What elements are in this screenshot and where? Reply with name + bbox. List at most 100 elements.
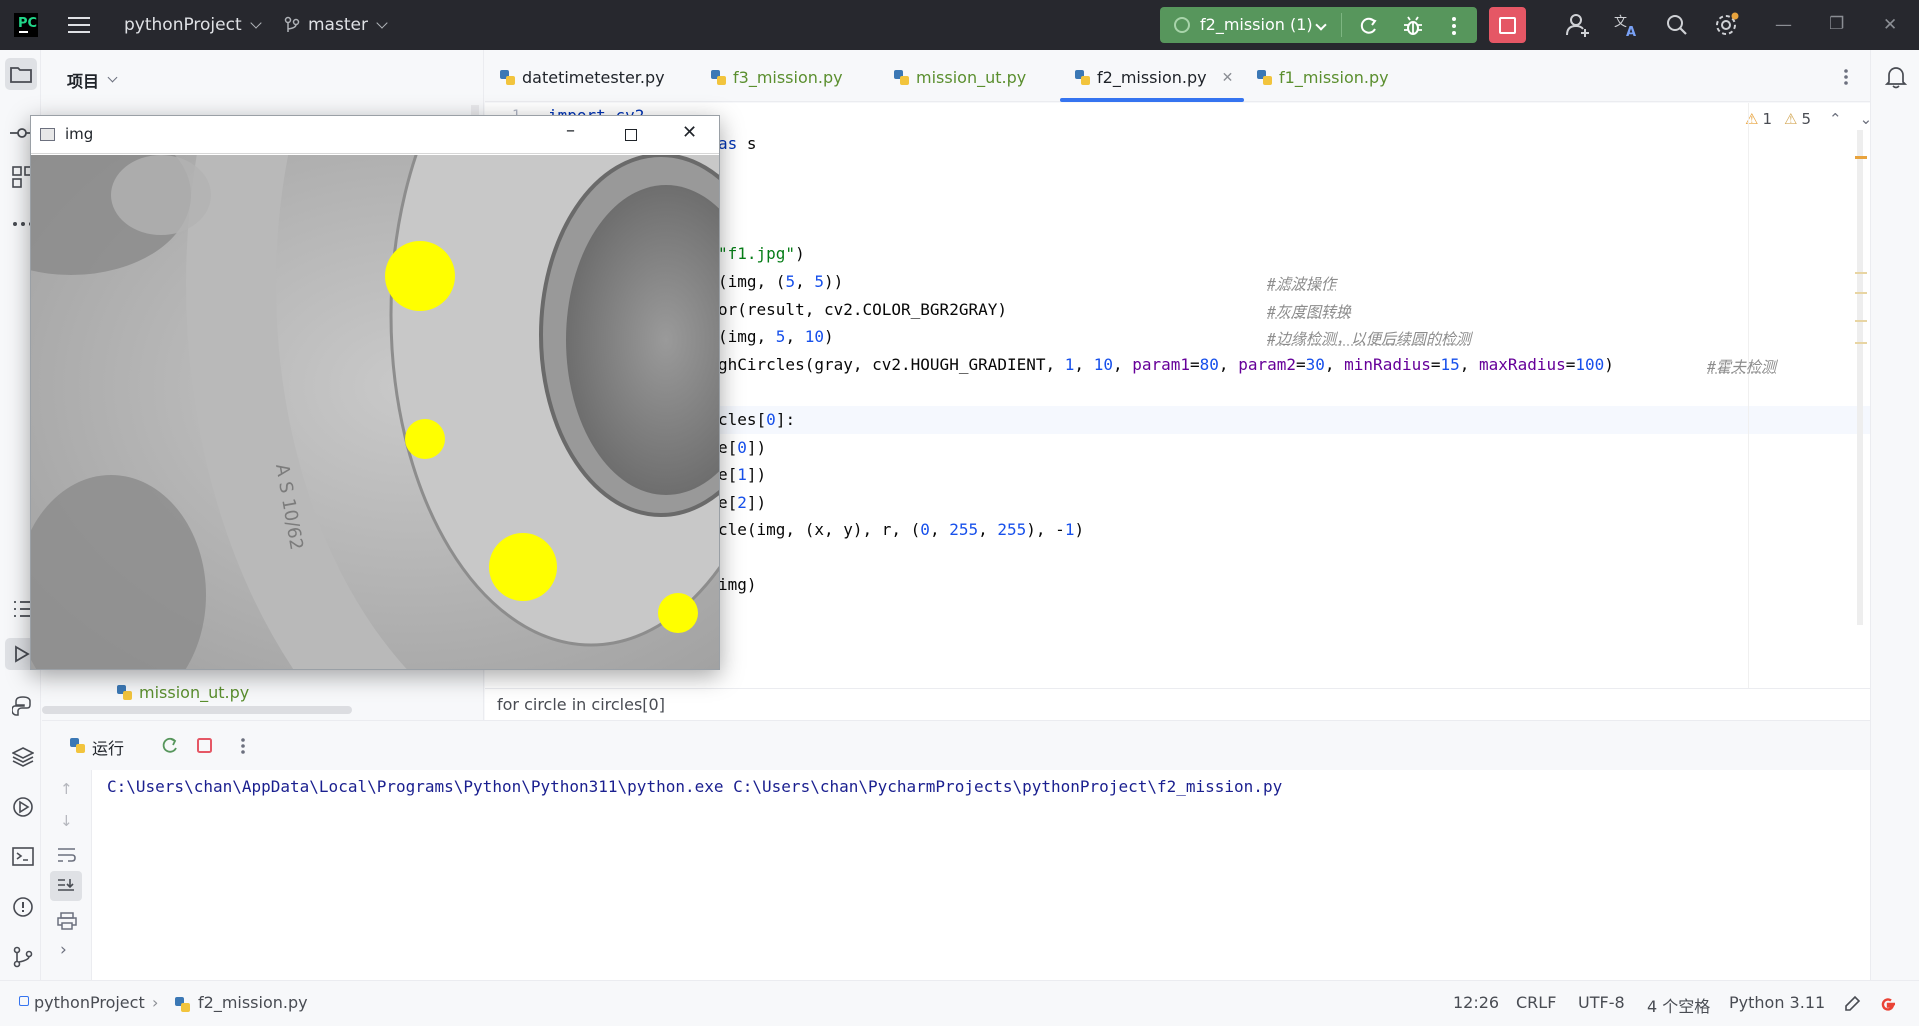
tab-f2-mission[interactable]: f2_mission.py ✕ [1075,68,1233,87]
status-project[interactable]: pythonProject [34,993,145,1012]
error-stripe-mark[interactable] [1855,320,1867,322]
previous-highlight-icon[interactable]: ⌃ [1829,110,1842,128]
arrow-up-icon[interactable]: ↑ [60,780,73,798]
project-panel-header[interactable]: 项目 [67,68,118,92]
python-file-icon [1257,70,1272,85]
chevron-down-icon [249,16,262,29]
services-icon[interactable] [12,796,34,818]
chevron-right-icon[interactable]: › [60,940,67,960]
tab-mission-ut[interactable]: mission_ut.py [894,68,1026,87]
code-comment: #霍夫检测 [1707,358,1777,376]
run-configuration-widget[interactable]: f2_mission (1) [1160,7,1477,43]
settings-gear-icon[interactable] [1714,12,1740,38]
image-window-titlebar[interactable]: img – ✕ [31,116,719,154]
problems-icon[interactable] [12,896,34,918]
code-line: as s [718,134,757,153]
tab-label: mission_ut.py [916,68,1027,87]
python-packages-icon[interactable] [12,746,34,768]
terminal-icon[interactable] [12,846,34,868]
more-options-icon[interactable] [240,737,246,755]
rerun-icon[interactable] [160,736,180,756]
arrow-down-icon[interactable]: ↓ [60,812,73,830]
main-menu-icon[interactable] [68,0,90,50]
run-config-label: f2_mission (1) [1200,15,1313,34]
editor-breadcrumb-bar: for circle in circles[0] [485,688,1870,720]
run-tool-window: 运行 ↑ ↓ › C:\Users\chan\AppData\Local\Pro… [42,720,1870,981]
project-tool-button[interactable] [5,58,37,90]
tab-f1-mission[interactable]: f1_mission.py [1257,68,1389,87]
git-icon[interactable] [12,946,34,968]
code-line: img) [718,575,757,594]
code-line: (img, 5, 10) [718,327,834,346]
project-name: pythonProject [124,15,242,35]
scroll-to-end-button[interactable] [50,871,82,901]
tab-label: f3_mission.py [733,68,843,87]
stop-icon[interactable] [196,737,214,755]
notifications-bell-icon[interactable] [1885,65,1907,89]
python-file-icon [117,685,132,700]
right-margin-guide [1748,103,1749,688]
title-bar: PC pythonProject master f2_mission (1) 文… [0,0,1919,50]
project-tree-item[interactable]: mission_ut.py [117,683,249,702]
stop-button[interactable] [1489,7,1526,43]
warning-count: 1 [1762,110,1772,128]
pycharm-logo-icon[interactable]: PC [14,13,38,37]
weak-warning-icon: ⚠ [1784,110,1798,128]
chevron-down-icon [376,16,388,29]
debug-icon[interactable] [1402,15,1424,37]
python-interpreter[interactable]: Python 3.11 [1729,993,1825,1012]
tab-label: f1_mission.py [1279,68,1389,87]
active-tab-indicator [1060,98,1244,102]
code-line: cle(img, (x, y), r, (0, 255, 255), -1) [718,520,1085,539]
python-file-icon [894,70,909,85]
more-options-icon[interactable] [1450,15,1458,37]
read-only-toggle-icon[interactable] [1843,995,1861,1013]
code-line: e[1]) [718,465,767,484]
caret-position[interactable]: 12:26 [1453,993,1499,1012]
file-encoding[interactable]: UTF-8 [1578,993,1625,1012]
translate-icon[interactable]: 文 A [1614,13,1640,37]
line-separator[interactable]: CRLF [1516,993,1556,1012]
chevron-down-icon[interactable] [1315,19,1327,31]
code-breadcrumb[interactable]: for circle in circles[0] [497,695,665,714]
inspection-widget[interactable]: ⚠ 1 ⚠ 5 ⌃ ⌄ [1745,110,1872,128]
error-stripe-mark[interactable] [1855,156,1867,159]
minimize-icon[interactable]: – [566,120,575,141]
console-output[interactable]: C:\Users\chan\AppData\Local\Programs\Pyt… [107,777,1282,796]
folder-icon [10,67,32,83]
google-account-icon[interactable] [1878,994,1898,1014]
error-stripe-mark[interactable] [1855,292,1867,294]
commit-icon[interactable] [10,122,32,144]
status-file[interactable]: f2_mission.py [198,993,308,1012]
error-stripe-mark[interactable] [1855,342,1867,344]
print-icon[interactable] [57,912,77,930]
minimize-window-button[interactable]: — [1775,15,1792,35]
code-comment: #滤波操作 [1267,275,1337,293]
run-panel-title[interactable]: 运行 [92,735,124,759]
close-tab-icon[interactable]: ✕ [1222,70,1234,86]
search-icon[interactable] [1666,14,1688,36]
rerun-icon[interactable] [1357,15,1379,37]
editor-scrollbar[interactable] [1857,130,1863,625]
python-file-icon [500,70,515,85]
project-tree-item-label: mission_ut.py [139,683,250,702]
error-stripe-mark[interactable] [1855,272,1867,274]
opencv-image-window[interactable]: img – ✕ A S 10/62 [30,115,720,670]
restore-window-button[interactable]: ❐ [1829,14,1844,34]
code-line: cles[0]: [718,410,796,429]
tab-datetimetester[interactable]: datetimetester.py [500,68,665,87]
maximize-icon[interactable] [625,129,637,141]
horizontal-scrollbar[interactable] [42,706,352,714]
more-tabs-icon[interactable] [1843,68,1849,86]
python-console-icon[interactable] [12,696,34,718]
code-comment: #灰度图转换 [1267,303,1352,321]
soft-wrap-icon[interactable] [57,846,77,864]
branch-switcher[interactable]: master [284,0,388,50]
close-icon[interactable]: ✕ [682,122,697,143]
tab-f3-mission[interactable]: f3_mission.py [711,68,843,87]
add-user-icon[interactable] [1566,13,1590,37]
indent-setting[interactable]: 4 个空格 [1647,993,1710,1017]
project-switcher[interactable]: pythonProject [124,0,262,50]
code-line: or(result, cv2.COLOR_BGR2GRAY) [718,300,1007,319]
close-window-button[interactable]: ✕ [1883,15,1897,35]
